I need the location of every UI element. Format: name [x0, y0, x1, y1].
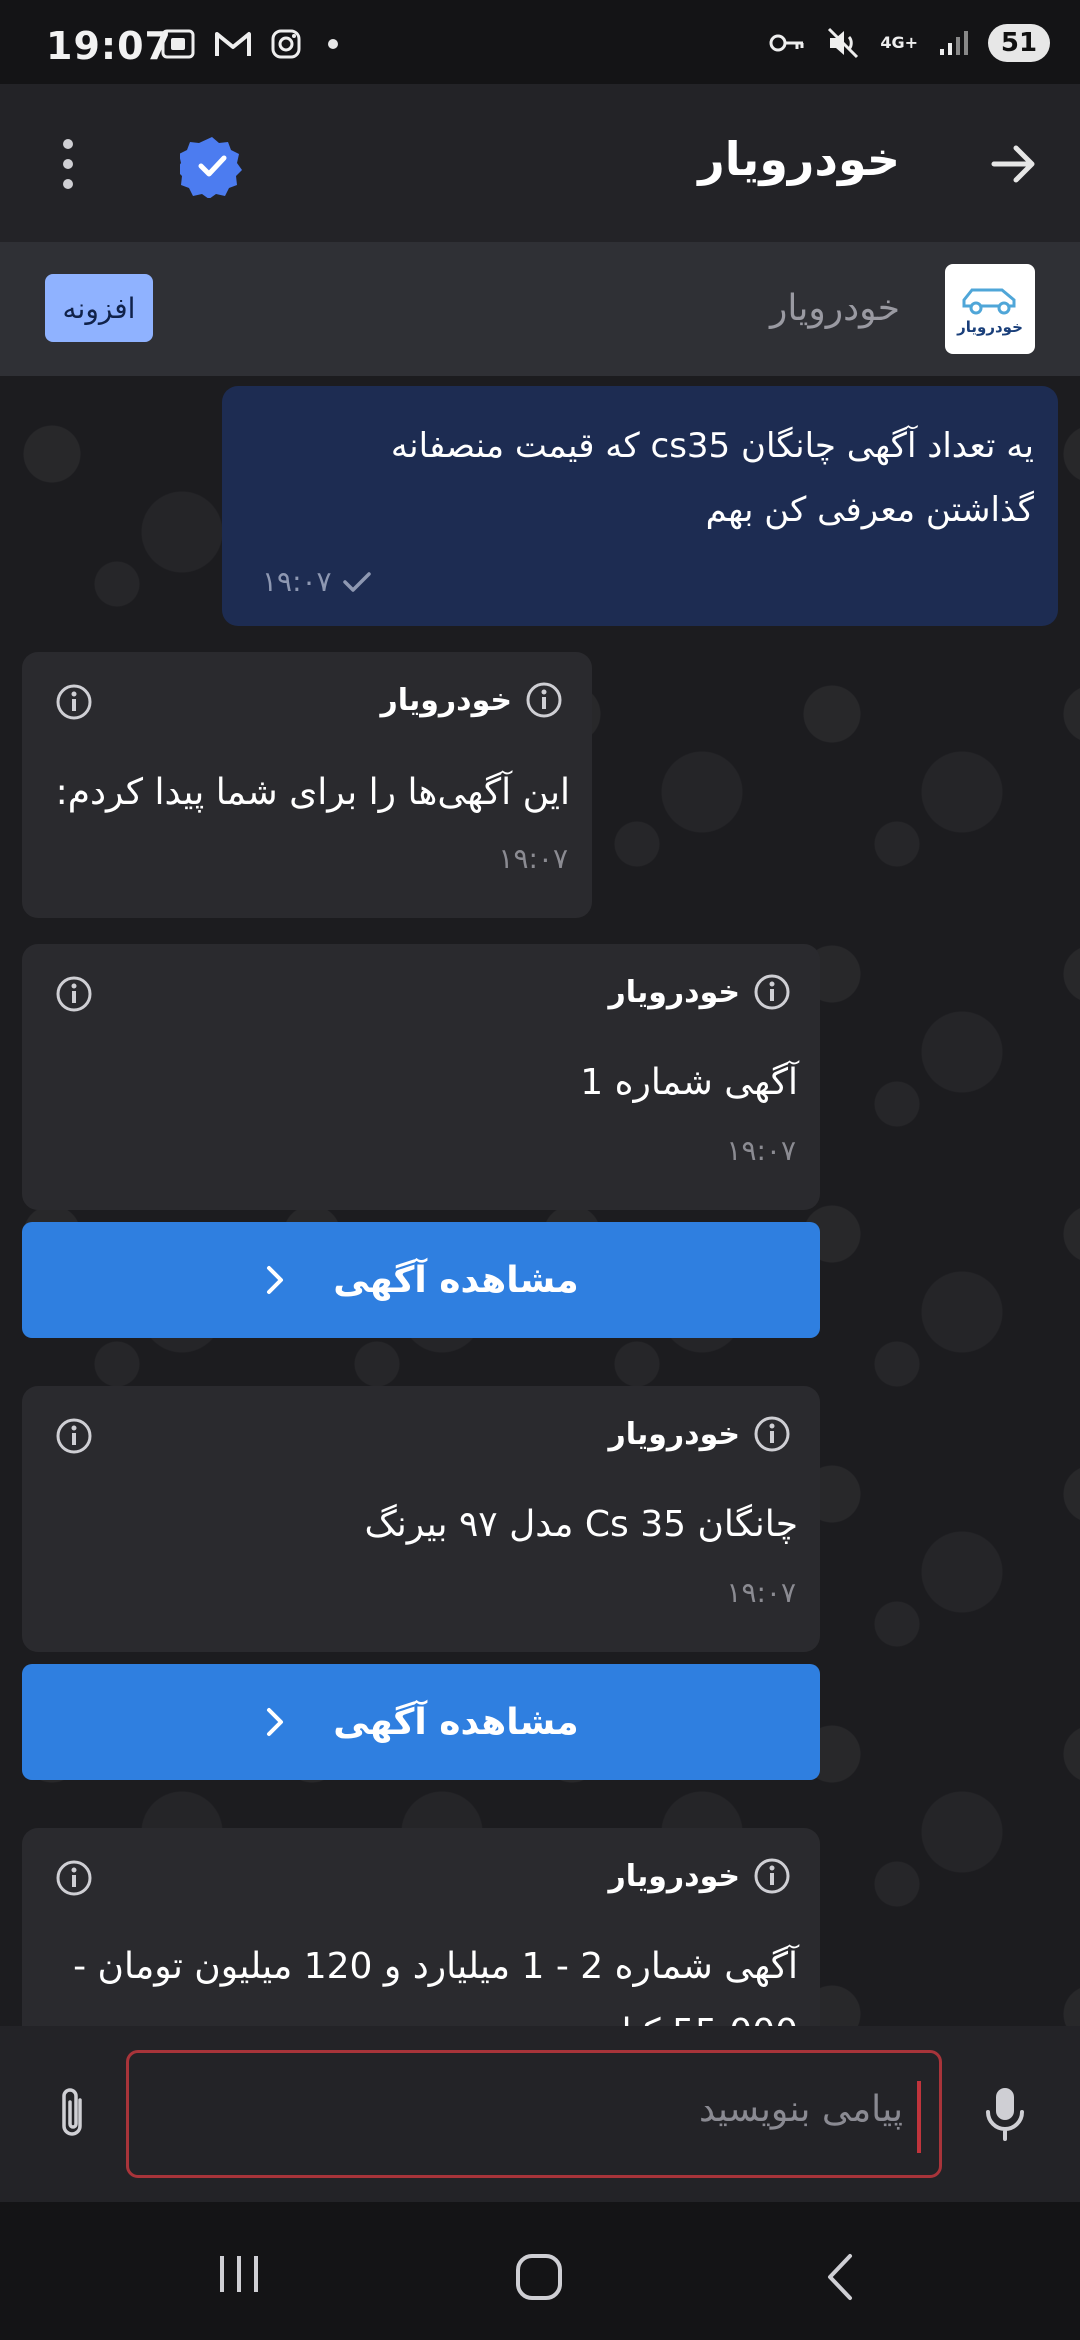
message-text-continued: 55,000 کیلومتر — [552, 2012, 798, 2026]
message-text: آگهی شماره 1 — [580, 1062, 798, 1103]
info-icon[interactable] — [54, 682, 94, 722]
info-icon — [754, 1858, 790, 1894]
message-text: این آگهی‌ها را برای شما پیدا کردم: — [55, 772, 570, 813]
info-icon[interactable] — [54, 1416, 94, 1456]
message-time: ۱۹:۰۷ — [726, 1576, 796, 1609]
incoming-message[interactable]: خودرویار آگهی شماره 2 - 1 میلیارد و 120 … — [22, 1828, 820, 2026]
battery-indicator: 51 — [988, 24, 1050, 62]
message-sender: خودرویار — [608, 1856, 792, 1896]
message-line: گذاشتن معرفی کن بهم — [705, 490, 1034, 530]
system-nav-bar — [0, 2202, 1080, 2340]
info-icon[interactable] — [54, 1858, 94, 1898]
chat-title[interactable]: خودرویار — [698, 132, 900, 186]
screenshot-icon — [161, 29, 195, 59]
chat-header: خودرویار — [0, 84, 1080, 242]
pinned-name[interactable]: خودرویار — [770, 288, 900, 329]
message-text: چانگان Cs 35 مدل ۹۷ بیرنگ — [364, 1504, 798, 1545]
instagram-icon — [271, 29, 301, 59]
chevron-right-icon — [267, 1266, 284, 1294]
message-sender: خودرویار — [608, 1414, 792, 1454]
incoming-message[interactable]: خودرویار این آگهی‌ها را برای شما پیدا کر… — [22, 652, 592, 918]
text-caret — [917, 2081, 921, 2153]
dot-icon — [328, 39, 338, 49]
chat-area[interactable]: یه تعداد آگهی چانگان cs35 که قیمت منصفان… — [0, 376, 1080, 2026]
message-input[interactable]: پیامی بنویسید — [126, 2050, 942, 2178]
car-logo-icon — [962, 288, 1016, 315]
recent-apps-icon[interactable] — [214, 2252, 264, 2296]
sender-name: خودرویار — [608, 1416, 740, 1452]
info-icon — [754, 1416, 790, 1452]
logo-text: خودرویار — [957, 318, 1023, 336]
chevron-right-icon — [267, 1708, 284, 1736]
network-type: 4G+ — [880, 33, 918, 52]
message-sender: خودرویار — [608, 972, 792, 1012]
info-icon[interactable] — [54, 974, 94, 1014]
view-ad-label: مشاهده آگهی — [333, 1259, 579, 1301]
sender-name: خودرویار — [380, 682, 512, 718]
arrow-right-icon[interactable] — [984, 134, 1044, 194]
sender-name: خودرویار — [608, 1858, 740, 1894]
status-bar: 19:07 4G+ 51 — [0, 0, 1080, 84]
gmail-icon — [215, 32, 251, 56]
info-icon — [526, 682, 562, 718]
home-icon[interactable] — [514, 2252, 564, 2302]
message-placeholder: پیامی بنویسید — [699, 2089, 903, 2130]
message-time: ۱۹:۰۷ — [726, 1134, 796, 1167]
composer-bar: پیامی بنویسید — [0, 2026, 1080, 2202]
status-time: 19:07 — [46, 24, 172, 68]
microphone-icon[interactable] — [982, 2084, 1028, 2144]
check-icon — [342, 571, 371, 592]
message-time: ۱۹:۰۷ — [262, 565, 332, 598]
message-line: یه تعداد آگهی چانگان cs35 که قیمت منصفان… — [390, 426, 1034, 466]
message-meta: ۱۹:۰۷ — [262, 565, 372, 598]
signal-icon — [940, 31, 968, 55]
addon-button[interactable]: افزونه — [45, 274, 153, 342]
outgoing-message[interactable]: یه تعداد آگهی چانگان cs35 که قیمت منصفان… — [222, 386, 1058, 626]
verified-badge-icon — [180, 137, 242, 198]
message-sender: خودرویار — [380, 680, 564, 720]
system-icons: 4G+ 51 — [768, 24, 1050, 62]
notification-icons — [160, 28, 338, 60]
info-icon — [754, 974, 790, 1010]
incoming-message[interactable]: خودرویار آگهی شماره 1 ۱۹:۰۷ — [22, 944, 820, 1210]
sender-name: خودرویار — [608, 974, 740, 1010]
view-ad-button[interactable]: مشاهده آگهی — [22, 1664, 820, 1780]
pinned-bar: خودرویار خودرویار افزونه — [0, 242, 1080, 376]
mute-icon — [828, 27, 859, 59]
message-text: آگهی شماره 2 - 1 میلیارد و 120 میلیون تو… — [73, 1946, 798, 1987]
view-ad-label: مشاهده آگهی — [333, 1701, 579, 1743]
message-text: یه تعداد آگهی چانگان cs35 که قیمت منصفان… — [246, 414, 1034, 542]
bot-logo[interactable]: خودرویار — [945, 264, 1035, 354]
vpn-key-icon — [769, 34, 804, 52]
more-vertical-icon[interactable] — [56, 134, 80, 194]
incoming-message[interactable]: خودرویار چانگان Cs 35 مدل ۹۷ بیرنگ ۱۹:۰۷ — [22, 1386, 820, 1652]
attachment-icon[interactable] — [50, 2086, 94, 2142]
message-time: ۱۹:۰۷ — [498, 842, 568, 875]
back-icon[interactable] — [820, 2252, 860, 2302]
view-ad-button[interactable]: مشاهده آگهی — [22, 1222, 820, 1338]
